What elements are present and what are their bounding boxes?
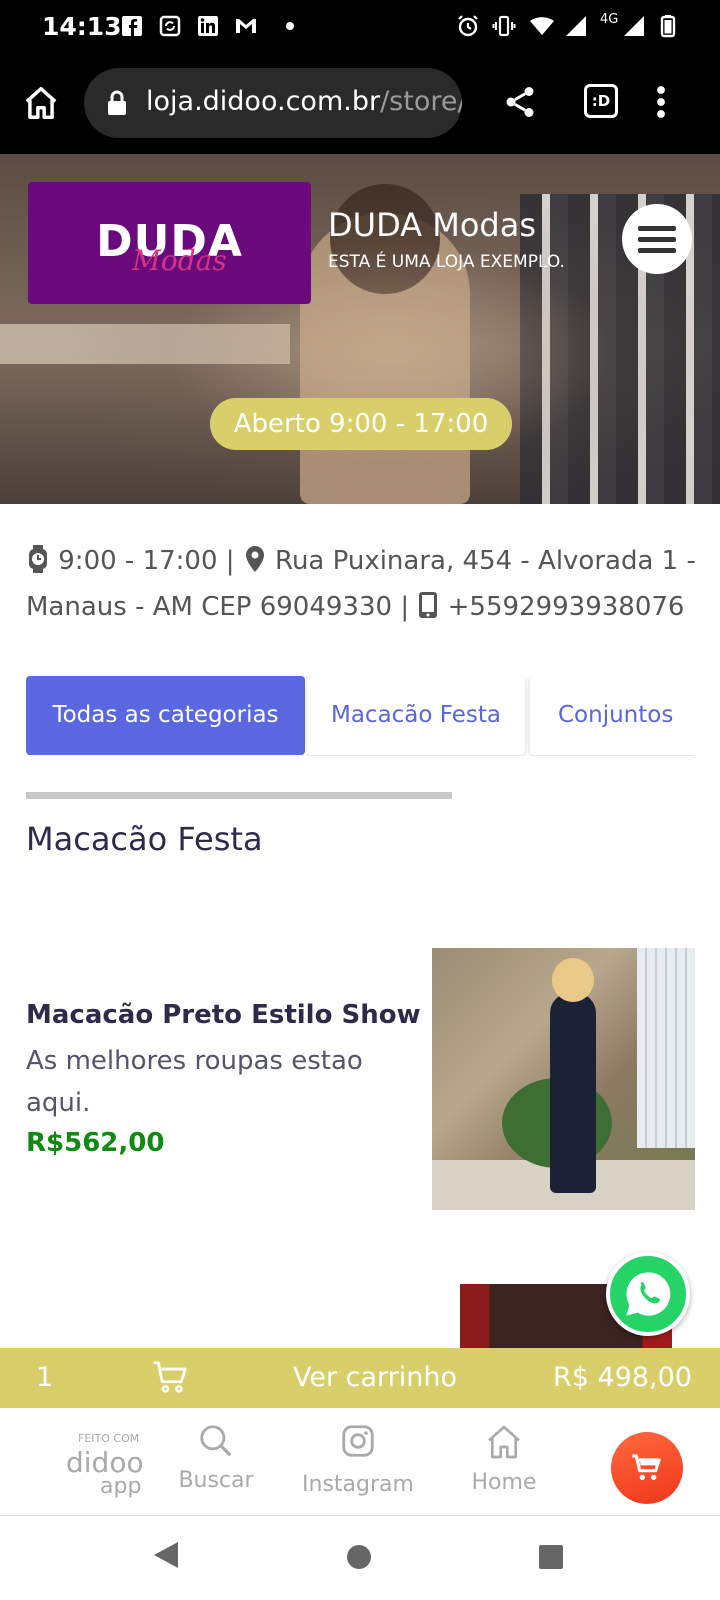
nav-home[interactable]: Home bbox=[468, 1422, 540, 1495]
product-image-head bbox=[552, 958, 594, 1002]
bottom-nav: FEITO COM didoo app Buscar Instagram Hom… bbox=[0, 1408, 720, 1516]
instagram-icon bbox=[342, 1425, 374, 1457]
nav-instagram-label: Instagram bbox=[302, 1472, 414, 1497]
nav-search[interactable]: Buscar bbox=[176, 1422, 256, 1493]
cart-icon bbox=[153, 1361, 187, 1393]
view-cart-label[interactable]: Ver carrinho bbox=[293, 1362, 457, 1393]
product-description: As melhores roupas estao aqui. bbox=[26, 1046, 363, 1118]
watch-icon bbox=[29, 545, 47, 573]
signal-icon bbox=[566, 16, 586, 36]
store-name: DUDA Modas bbox=[328, 206, 536, 244]
gmail-icon bbox=[236, 19, 256, 33]
cart-bar[interactable]: 1 Ver carrinho R$ 498,00 bbox=[0, 1348, 720, 1408]
whatsapp-button[interactable] bbox=[606, 1252, 690, 1336]
category-tabs: Todas as categorias Macacão Festa Conjun… bbox=[26, 676, 694, 756]
section-divider bbox=[26, 792, 452, 799]
tab-macacao-festa[interactable]: Macacão Festa bbox=[307, 676, 525, 755]
nav-home-label: Home bbox=[471, 1470, 537, 1495]
url-host: loja.didoo.com.br bbox=[146, 86, 381, 117]
hamburger-menu-button[interactable] bbox=[622, 204, 692, 274]
status-bar: 14:13 4G bbox=[0, 0, 720, 52]
home-icon[interactable] bbox=[22, 84, 60, 122]
section-title: Macacão Festa bbox=[26, 820, 263, 858]
product-price: R$562,00 bbox=[26, 1128, 165, 1158]
sync-icon bbox=[159, 15, 181, 37]
url-bar[interactable]: loja.didoo.com.br/store/ bbox=[84, 68, 462, 138]
share-icon[interactable] bbox=[502, 84, 538, 120]
store-logo-script: Modas bbox=[132, 244, 227, 277]
open-status-badge: Aberto 9:00 - 17:00 bbox=[210, 398, 512, 450]
whatsapp-icon bbox=[626, 1272, 671, 1316]
shopping-cart-icon bbox=[632, 1454, 661, 1480]
facebook-icon bbox=[122, 16, 142, 36]
cart-total: R$ 498,00 bbox=[553, 1362, 692, 1393]
tab-switcher-button[interactable]: :D bbox=[584, 84, 618, 118]
product-name[interactable]: Macacão Preto Estilo Show bbox=[26, 1000, 421, 1030]
hamburger-line bbox=[638, 237, 676, 242]
product-image[interactable] bbox=[432, 948, 695, 1210]
store-logo: DUDA Modas bbox=[28, 182, 311, 304]
more-vert-icon[interactable] bbox=[654, 84, 668, 120]
system-navigation-bar bbox=[0, 1516, 720, 1600]
network-type-label: 4G bbox=[600, 12, 619, 27]
made-with-label: FEITO COM bbox=[78, 1432, 140, 1445]
nav-search-label: Buscar bbox=[178, 1468, 254, 1493]
search-icon bbox=[200, 1425, 232, 1457]
cart-count: 1 bbox=[36, 1362, 54, 1393]
recents-icon[interactable] bbox=[538, 1544, 564, 1570]
floating-cart-button[interactable] bbox=[611, 1432, 683, 1504]
dot-icon bbox=[286, 22, 294, 30]
linkedin-icon bbox=[198, 16, 218, 36]
alarm-icon bbox=[458, 15, 478, 37]
battery-icon bbox=[660, 15, 676, 38]
store-hours: 9:00 - 17:00 | bbox=[58, 546, 235, 576]
hamburger-menu-icon bbox=[638, 226, 676, 231]
store-info: 9:00 - 17:00 | Rua Puxinara, 454 - Alvor… bbox=[26, 538, 706, 630]
signal-4g-icon bbox=[624, 16, 644, 36]
tab-conjuntos[interactable]: Conjuntos bbox=[530, 676, 694, 755]
vibrate-icon bbox=[492, 15, 516, 37]
store-hero: DUDA Modas DUDA Modas ESTA É UMA LOJA EX… bbox=[0, 154, 720, 504]
lock-icon bbox=[108, 90, 126, 115]
phone-icon bbox=[419, 592, 438, 618]
status-time: 14:13 bbox=[42, 12, 122, 41]
nav-instagram[interactable]: Instagram bbox=[302, 1422, 414, 1497]
tab-todas-categorias[interactable]: Todas as categorias bbox=[26, 676, 305, 755]
location-pin-icon bbox=[245, 546, 264, 572]
store-subtitle: ESTA É UMA LOJA EXEMPLO. bbox=[328, 252, 565, 272]
store-phone[interactable]: +5592993938076 bbox=[448, 592, 685, 622]
product-image-door bbox=[637, 948, 695, 1148]
wifi-icon bbox=[530, 17, 554, 35]
product-image-figure bbox=[550, 993, 596, 1193]
home-circle-icon[interactable] bbox=[346, 1544, 372, 1570]
browser-toolbar: loja.didoo.com.br/store/ :D bbox=[0, 52, 720, 154]
hamburger-line bbox=[638, 248, 676, 253]
back-icon[interactable] bbox=[152, 1540, 180, 1570]
url-path: /store/ bbox=[380, 86, 462, 117]
didoo-brand-app: app bbox=[100, 1474, 142, 1499]
url-text: loja.didoo.com.br/store/ bbox=[146, 86, 462, 117]
home-icon bbox=[488, 1425, 520, 1459]
